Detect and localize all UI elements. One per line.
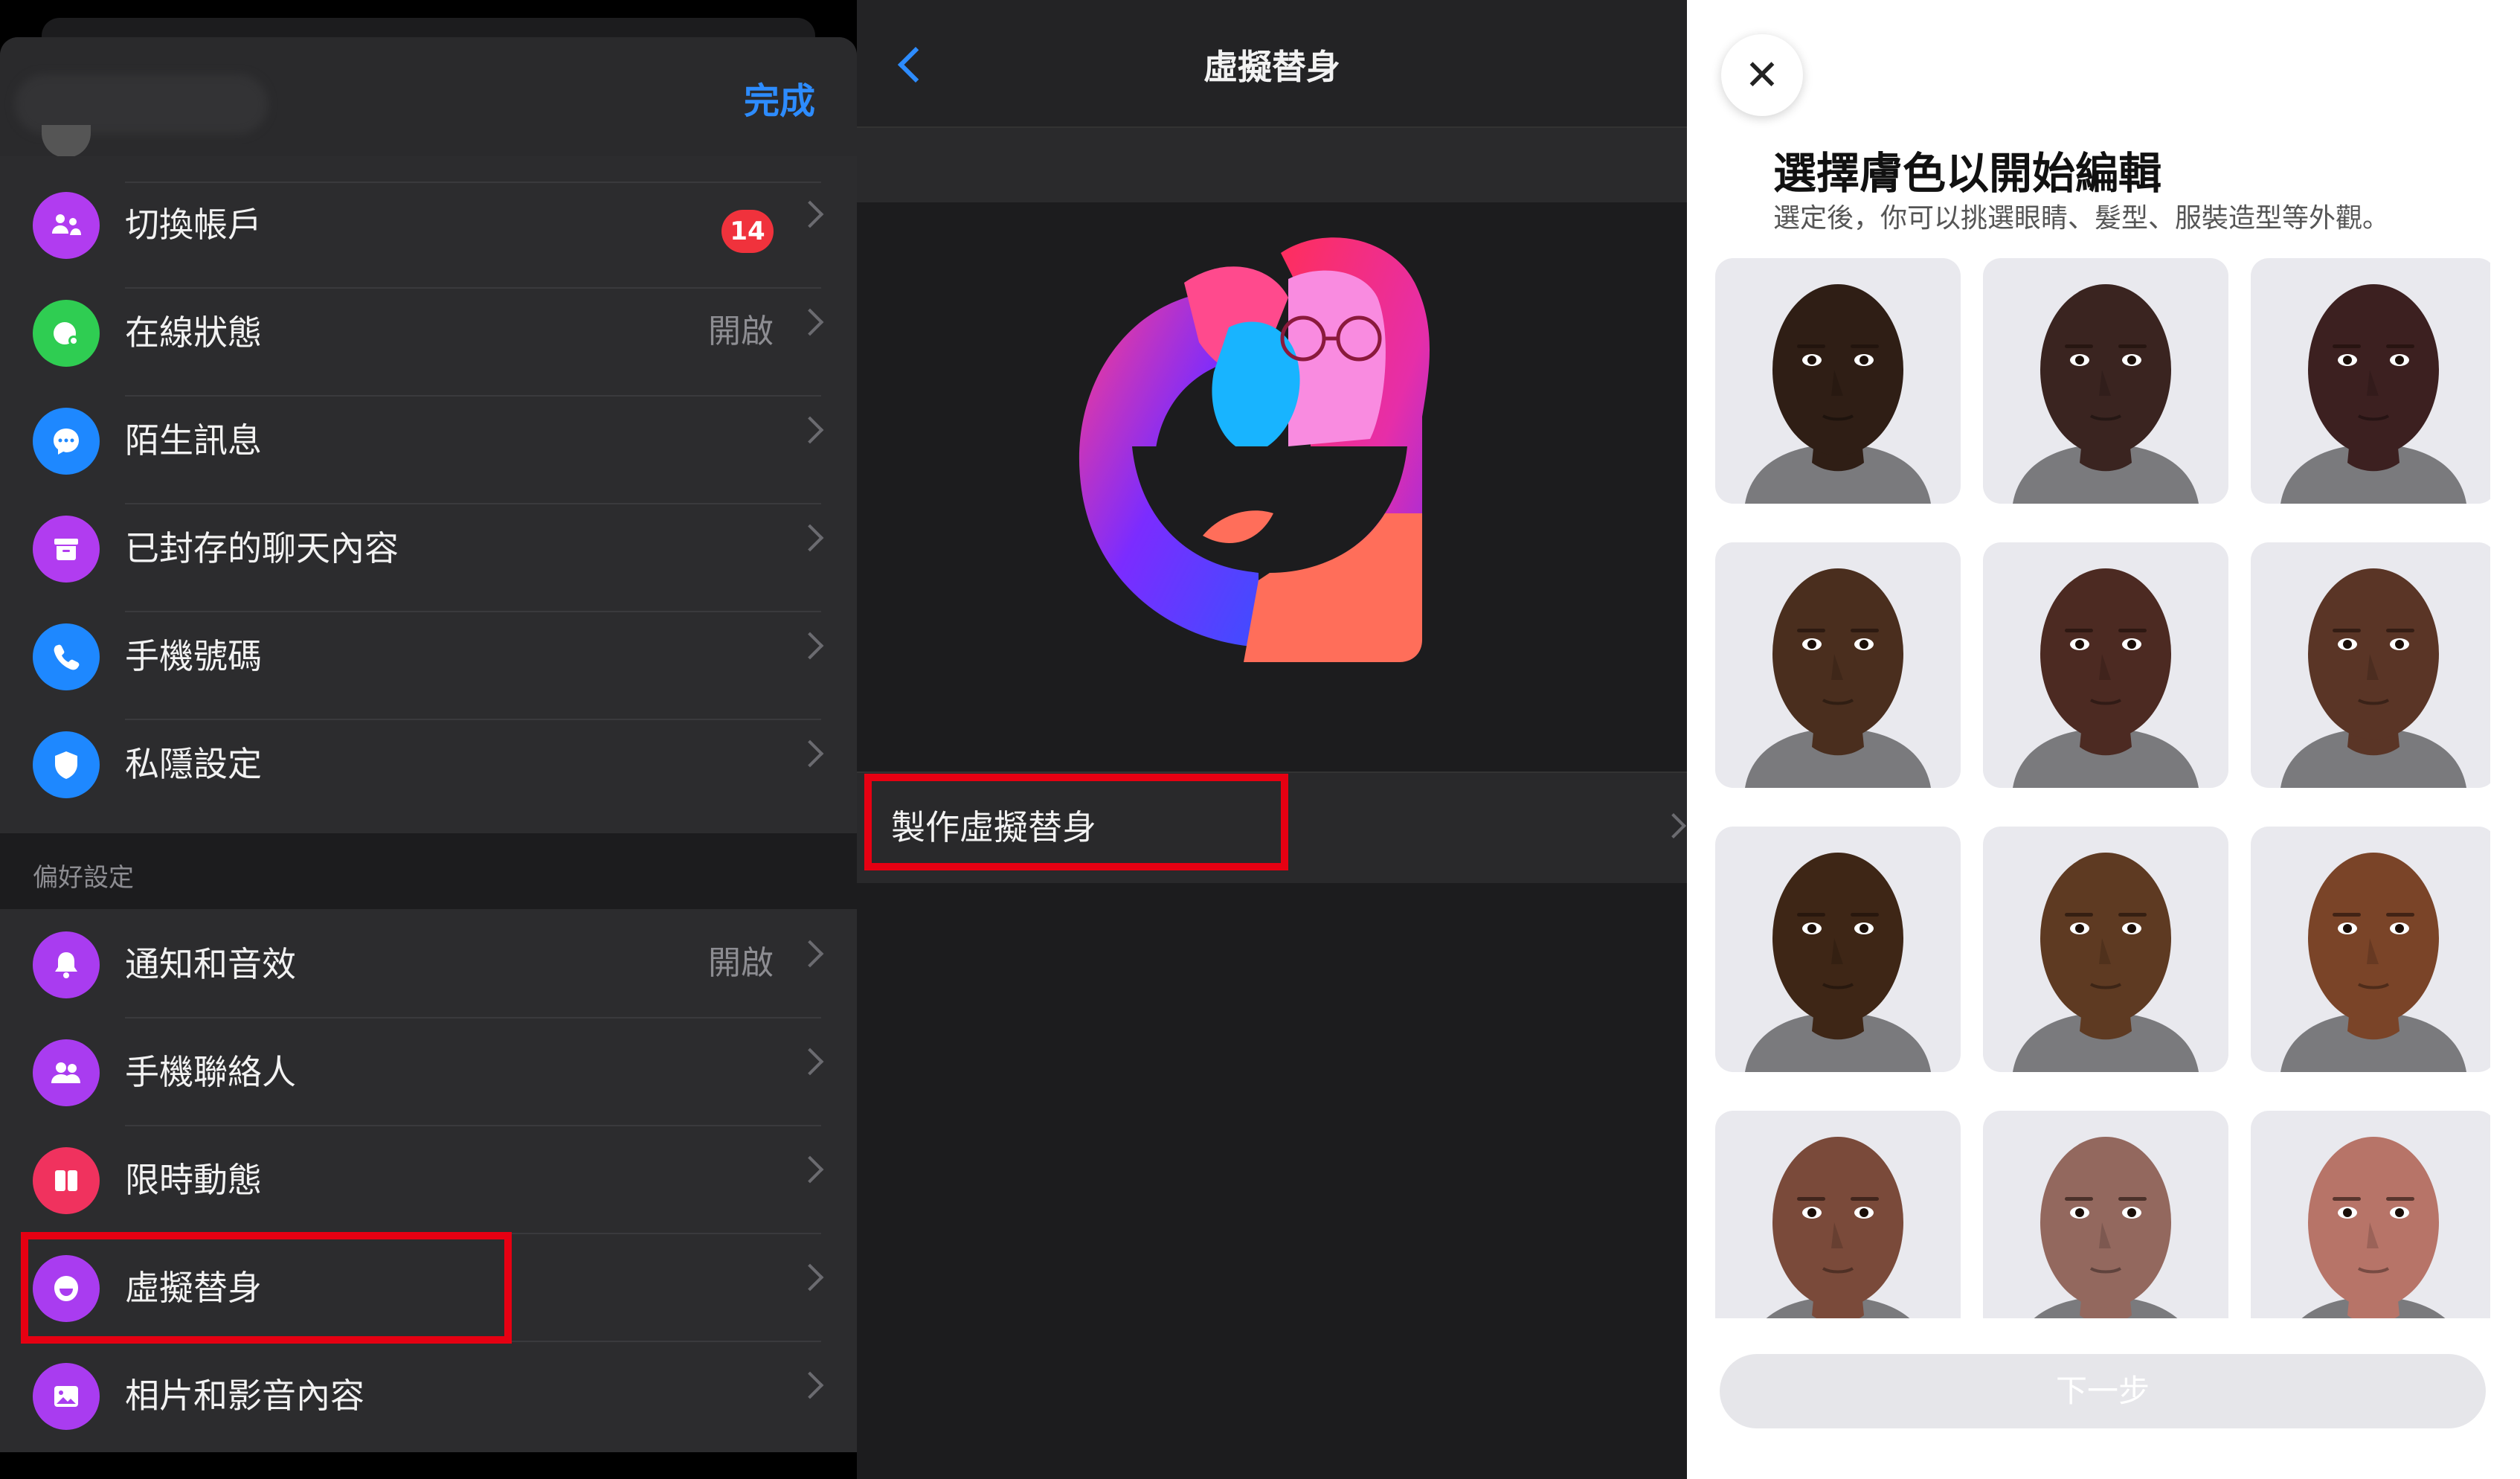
- skin-tone-option[interactable]: [1715, 542, 1961, 788]
- chevron-right-icon: [796, 1155, 824, 1184]
- skin-tone-option[interactable]: [2251, 1111, 2490, 1318]
- row-privacy[interactable]: 私隱設定: [0, 702, 857, 809]
- photos-media-label: 相片和影音內容: [125, 1376, 364, 1416]
- page-title: 虛擬替身: [1203, 47, 1340, 87]
- chevron-right-icon: [796, 1263, 824, 1292]
- skin-tone-option[interactable]: [1983, 1111, 2228, 1318]
- preferences-group: 通知和音效 開啟 手機聯絡人 限時動態 虛擬替身 相片和影音內容: [0, 909, 857, 1452]
- lower-area: [857, 883, 1687, 1479]
- chevron-right-icon: [796, 200, 824, 228]
- row-notifications[interactable]: 通知和音效 開啟: [0, 902, 857, 1010]
- account-group: 切換帳戶 14 在線狀態 開啟 陌生訊息 已封存的聊天內容 手機號碼 私隱設定: [0, 156, 857, 833]
- avatar-panel: 虛擬替身 製作虛擬替身: [857, 0, 1687, 1479]
- skin-tone-option[interactable]: [2251, 258, 2490, 504]
- phone-contacts-label: 手機聯絡人: [125, 1052, 296, 1092]
- stories-icon: [33, 1147, 100, 1214]
- notifications-label: 通知和音效: [125, 944, 296, 984]
- avatar-head-icon: [1766, 1137, 1910, 1318]
- avatar-head-icon: [2013, 568, 2199, 788]
- highlight-box: [864, 774, 1288, 870]
- preferences-section-title: 偏好設定: [33, 863, 134, 893]
- skin-tone-option[interactable]: [1983, 542, 2228, 788]
- row-phone-number[interactable]: 手機號碼: [0, 594, 857, 702]
- chevron-right-icon: [796, 524, 824, 552]
- skin-tone-option[interactable]: [1983, 827, 2228, 1072]
- chevron-right-icon: [796, 308, 824, 336]
- notifications-value: 開啟: [708, 944, 774, 982]
- phone-number-label: 手機號碼: [125, 636, 262, 676]
- chat-bubble-icon: [33, 408, 100, 475]
- row-stories[interactable]: 限時動態: [0, 1117, 857, 1225]
- notification-badge: 14: [721, 210, 774, 253]
- skin-tone-option[interactable]: [1983, 258, 2228, 504]
- skin-tone-option[interactable]: [2251, 827, 2490, 1072]
- switch-account-icon: [33, 192, 100, 259]
- skin-tone-option[interactable]: [2251, 542, 2490, 788]
- skin-tone-heading: 選擇膚色以開始編輯: [1773, 148, 2162, 199]
- header-band: [857, 128, 1687, 202]
- avatar-head-icon: [1745, 284, 1931, 504]
- bell-icon: [33, 931, 100, 998]
- row-message-requests[interactable]: 陌生訊息: [0, 378, 857, 486]
- avatar-head-icon: [1745, 853, 1931, 1072]
- archive-icon: [33, 516, 100, 583]
- skin-tone-option[interactable]: [1715, 1111, 1961, 1318]
- privacy-label: 私隱設定: [125, 744, 262, 784]
- settings-panel: 完成 切換帳戶 14 在線狀態 開啟 陌生訊息 已封存的聊天內容 手機號碼 私隱…: [0, 0, 857, 1479]
- photo-icon: [33, 1363, 100, 1430]
- avatar-head-icon: [2301, 1137, 2446, 1318]
- avatar-head-icon: [2013, 853, 2199, 1072]
- row-active-status[interactable]: 在線狀態 開啟: [0, 270, 857, 378]
- avatar-illustration: [1079, 237, 1430, 662]
- highlight-box: [21, 1232, 512, 1344]
- avatar-head-icon: [2280, 853, 2466, 1072]
- row-archived-chats[interactable]: 已封存的聊天內容: [0, 486, 857, 594]
- skin-tone-panel: ✕ 選擇膚色以開始編輯 選定後，你可以挑選眼睛、髮型、服裝造型等外觀。 下一步: [1687, 0, 2520, 1479]
- avatar-head-icon: [2280, 284, 2466, 504]
- active-status-label: 在線狀態: [125, 312, 262, 353]
- chevron-right-icon: [796, 416, 824, 444]
- next-button[interactable]: 下一步: [1720, 1354, 2486, 1428]
- chevron-right-icon: [796, 632, 824, 660]
- skin-tone-option[interactable]: [1715, 258, 1961, 504]
- row-photos-media[interactable]: 相片和影音內容: [0, 1333, 857, 1441]
- avatar-head-icon: [2013, 284, 2199, 504]
- avatar-head-icon: [2034, 1137, 2178, 1318]
- avatar-head-icon: [1745, 568, 1931, 788]
- chevron-right-icon: [796, 1371, 824, 1399]
- chevron-right-icon: [796, 940, 824, 968]
- avatar-head-icon: [2280, 568, 2466, 788]
- people-icon: [33, 1039, 100, 1106]
- row-switch-account[interactable]: 切換帳戶 14: [0, 162, 857, 270]
- chevron-right-icon: [796, 1048, 824, 1076]
- stories-label: 限時動態: [125, 1160, 262, 1200]
- row-phone-contacts[interactable]: 手機聯絡人: [0, 1010, 857, 1117]
- skin-tone-subheading: 選定後，你可以挑選眼睛、髮型、服裝造型等外觀。: [1773, 203, 2390, 234]
- archived-chats-label: 已封存的聊天內容: [125, 528, 399, 568]
- active-status-value: 開啟: [708, 312, 774, 350]
- done-button[interactable]: 完成: [744, 71, 815, 123]
- skin-tone-option[interactable]: [1715, 827, 1961, 1072]
- skin-tone-grid: [1715, 258, 2490, 1318]
- active-status-icon: [33, 300, 100, 367]
- phone-icon: [33, 623, 100, 690]
- message-requests-label: 陌生訊息: [125, 420, 262, 461]
- shield-icon: [33, 731, 100, 798]
- switch-account-label: 切換帳戶: [125, 205, 262, 245]
- close-icon[interactable]: ✕: [1721, 34, 1803, 116]
- chevron-right-icon: [796, 740, 824, 768]
